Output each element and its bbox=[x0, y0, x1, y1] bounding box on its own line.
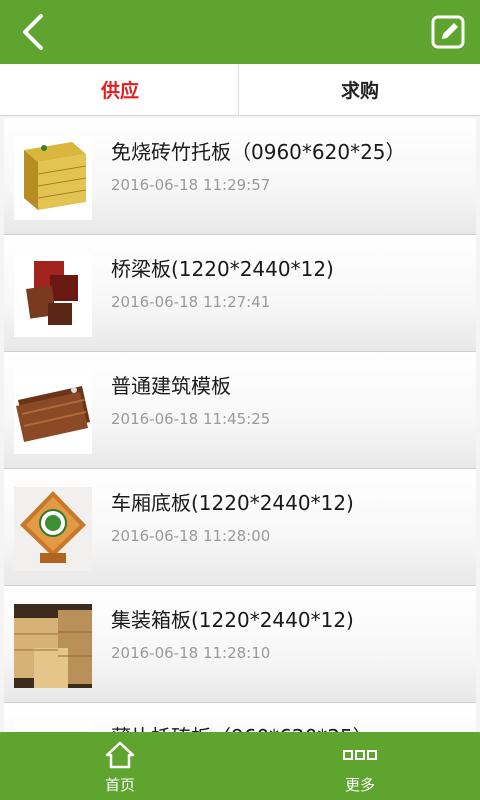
product-list: 免烧砖竹托板（0960*620*25） 2016-06-18 11:29:57 … bbox=[0, 118, 480, 732]
product-thumbnail bbox=[14, 370, 92, 454]
item-title: 薄片托砖板（960*620*25） bbox=[111, 721, 373, 732]
item-timestamp: 2016-06-18 11:29:57 bbox=[111, 176, 271, 194]
home-icon bbox=[105, 741, 135, 769]
item-title: 集装箱板(1220*2440*12) bbox=[111, 608, 354, 632]
nav-home[interactable]: 首页 bbox=[0, 732, 240, 800]
product-thumbnail bbox=[14, 487, 92, 571]
list-item[interactable]: 免烧砖竹托板（0960*620*25） 2016-06-18 11:29:57 bbox=[4, 118, 476, 235]
item-title: 桥梁板(1220*2440*12) bbox=[111, 257, 334, 281]
tab-supply[interactable]: 供应 bbox=[0, 64, 240, 115]
list-item[interactable]: 桥梁板(1220*2440*12) 2016-06-18 11:27:41 bbox=[4, 235, 476, 352]
product-thumbnail bbox=[14, 604, 92, 688]
item-title: 普通建筑模板 bbox=[111, 374, 231, 398]
list-item[interactable]: 车厢底板(1220*2440*12) 2016-06-18 11:28:00 bbox=[4, 469, 476, 586]
list-item[interactable]: 集装箱板(1220*2440*12) 2016-06-18 11:28:10 bbox=[4, 586, 476, 703]
app-header bbox=[0, 0, 480, 64]
list-item[interactable]: 普通建筑模板 2016-06-18 11:45:25 bbox=[4, 352, 476, 469]
item-title: 车厢底板(1220*2440*12) bbox=[111, 491, 354, 515]
list-item[interactable]: 薄片托砖板（960*620*25） bbox=[4, 703, 476, 732]
nav-more-label: 更多 bbox=[344, 776, 375, 794]
edit-button[interactable] bbox=[416, 0, 480, 64]
edit-icon bbox=[431, 15, 465, 49]
item-title: 免烧砖竹托板（0960*620*25） bbox=[111, 140, 406, 164]
bottom-nav: 首页 更多 bbox=[0, 732, 480, 800]
product-thumbnail bbox=[14, 721, 92, 732]
item-timestamp: 2016-06-18 11:45:25 bbox=[111, 410, 271, 428]
tab-purchase[interactable]: 求购 bbox=[240, 64, 480, 115]
item-timestamp: 2016-06-18 11:28:00 bbox=[111, 527, 271, 545]
item-timestamp: 2016-06-18 11:27:41 bbox=[111, 293, 271, 311]
tab-bar: 供应 求购 bbox=[0, 64, 480, 116]
chevron-left-icon bbox=[23, 14, 43, 50]
product-thumbnail bbox=[14, 136, 92, 220]
nav-more[interactable]: 更多 bbox=[240, 732, 480, 800]
back-button[interactable] bbox=[0, 0, 64, 64]
product-thumbnail bbox=[14, 253, 92, 337]
item-timestamp: 2016-06-18 11:28:10 bbox=[111, 644, 271, 662]
tab-divider bbox=[238, 64, 239, 116]
nav-home-label: 首页 bbox=[104, 776, 135, 794]
more-icon bbox=[343, 750, 377, 760]
